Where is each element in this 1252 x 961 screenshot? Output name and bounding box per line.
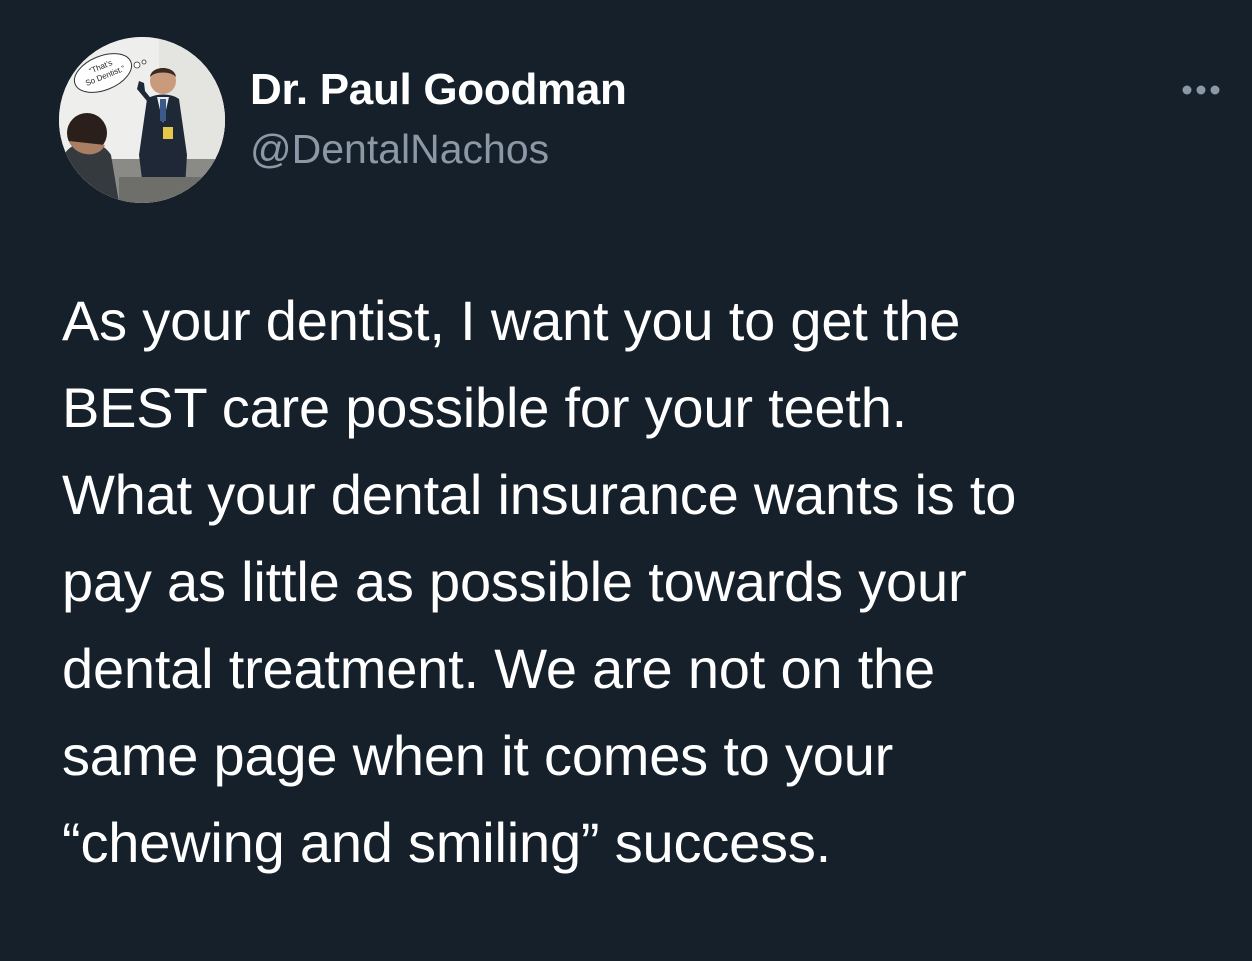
tweet-card: “That’s So Dentist.” Dr. Paul Goodman @D… xyxy=(0,0,1252,961)
avatar[interactable]: “That’s So Dentist.” xyxy=(59,37,225,203)
tweet-text: As your dentist, I want you to get the B… xyxy=(62,289,1017,874)
avatar-photo: “That’s So Dentist.” xyxy=(59,37,225,203)
more-options-button[interactable] xyxy=(1176,76,1226,104)
display-name[interactable]: Dr. Paul Goodman xyxy=(250,62,627,118)
user-handle[interactable]: @DentalNachos xyxy=(250,123,549,175)
more-horizontal-icon xyxy=(1182,85,1220,95)
